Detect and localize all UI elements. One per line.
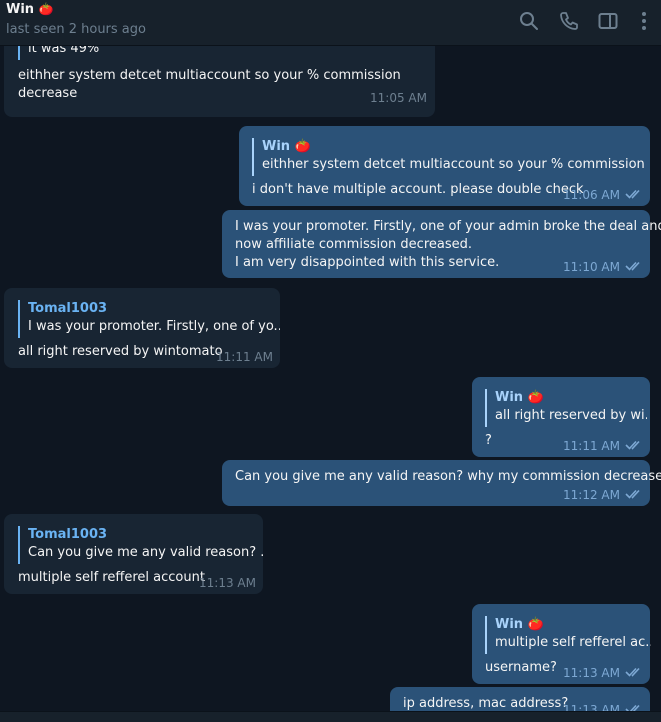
- message-text-line: multiple self refferel account: [18, 570, 205, 585]
- message-bubble[interactable]: Win 🍅 all right reserved by wi... ? 11:1…: [472, 377, 650, 457]
- chat-title-text: Win: [6, 2, 35, 17]
- reply-sender: Win 🍅: [495, 617, 544, 632]
- message-text-line: I was your promoter. Firstly, one of you…: [235, 219, 661, 234]
- message-time: 11:10 AM: [563, 260, 620, 274]
- message-text-line: ?: [485, 433, 492, 448]
- message-time: 11:13 AM: [199, 576, 256, 590]
- message-bubble[interactable]: Win 🍅 eithher system detcet multiaccount…: [239, 126, 650, 206]
- tomato-emoji: 🍅: [38, 2, 54, 16]
- message-text-line: ip address, mac address?: [403, 696, 569, 711]
- chat-header: Win 🍅 last seen 2 hours ago: [0, 0, 661, 46]
- double-check-icon: [625, 188, 643, 200]
- message-list[interactable]: it was 49% eithher system detcet multiac…: [0, 46, 661, 711]
- sidebar-icon[interactable]: [597, 10, 619, 32]
- message-text-line: now affiliate commission decreased.: [235, 237, 473, 252]
- message-text-line: Can you give me any valid reason? why my…: [235, 469, 661, 484]
- message-time: 11:11 AM: [216, 350, 273, 364]
- double-check-icon: [625, 260, 643, 272]
- message-composer[interactable]: [0, 711, 661, 722]
- message-bubble[interactable]: Tomal1003 Can you give me any valid reas…: [4, 514, 264, 594]
- message-bubble[interactable]: it was 49% eithher system detcet multiac…: [4, 46, 435, 117]
- reply-quote[interactable]: Tomal1003 I was your promoter. Firstly, …: [18, 300, 280, 338]
- message-time: 11:05 AM: [370, 91, 427, 105]
- tomato-emoji: 🍅: [294, 139, 311, 154]
- search-icon[interactable]: [518, 10, 540, 32]
- reply-sender: Win 🍅: [262, 139, 311, 154]
- reply-sender: Tomal1003: [28, 301, 108, 316]
- tomato-emoji: 🍅: [527, 390, 544, 405]
- last-seen-status: last seen 2 hours ago: [6, 22, 146, 37]
- reply-text: eithher system detcet multiaccount so yo…: [262, 157, 647, 172]
- more-icon[interactable]: [633, 10, 655, 32]
- message-text-line: eithher system detcet multiaccount so yo…: [18, 68, 401, 83]
- reply-quote[interactable]: Win 🍅 multiple self refferel ac...: [485, 616, 651, 654]
- double-check-icon: [625, 439, 643, 451]
- reply-quote[interactable]: it was 49%: [18, 46, 328, 60]
- message-text-line: I am very disappointed with this service…: [235, 255, 500, 270]
- reply-text: multiple self refferel ac...: [495, 635, 651, 650]
- reply-text: it was 49%: [28, 46, 100, 56]
- message-bubble[interactable]: Can you give me any valid reason? why my…: [222, 460, 661, 506]
- reply-text: I was your promoter. Firstly, one of yo.…: [28, 319, 280, 334]
- message-bubble[interactable]: Win 🍅 multiple self refferel ac... usern…: [472, 604, 651, 684]
- double-check-icon: [625, 488, 643, 500]
- message-bubble[interactable]: I was your promoter. Firstly, one of you…: [222, 210, 661, 278]
- message-text-line: decrease: [18, 86, 78, 101]
- double-check-icon: [625, 666, 643, 678]
- message-text-line: all right reserved by wintomato: [18, 344, 223, 359]
- reply-sender: Tomal1003: [28, 527, 108, 542]
- message-time: 11:12 AM: [563, 488, 620, 502]
- message-bubble[interactable]: Tomal1003 I was your promoter. Firstly, …: [4, 288, 280, 368]
- message-time: 11:06 AM: [563, 188, 620, 202]
- double-check-icon: [625, 703, 643, 711]
- reply-quote[interactable]: Tomal1003 Can you give me any valid reas…: [18, 526, 264, 564]
- message-time: 11:11 AM: [563, 439, 620, 453]
- message-text-line: username?: [485, 660, 557, 675]
- message-time: 11:13 AM: [563, 666, 620, 680]
- reply-text: Can you give me any valid reason? ...: [28, 545, 264, 560]
- reply-text: all right reserved by wi...: [495, 408, 647, 423]
- message-text-line: i don't have multiple account. please do…: [252, 182, 584, 197]
- message-time: 11:13 AM: [563, 703, 620, 711]
- reply-quote[interactable]: Win 🍅 eithher system detcet multiaccount…: [252, 138, 647, 176]
- phone-icon[interactable]: [558, 10, 580, 32]
- message-bubble[interactable]: ip address, mac address? 11:13 AM: [390, 687, 650, 711]
- reply-sender: Win 🍅: [495, 390, 544, 405]
- chat-title[interactable]: Win 🍅: [6, 2, 54, 17]
- tomato-emoji: 🍅: [527, 617, 544, 632]
- reply-quote[interactable]: Win 🍅 all right reserved by wi...: [485, 389, 647, 427]
